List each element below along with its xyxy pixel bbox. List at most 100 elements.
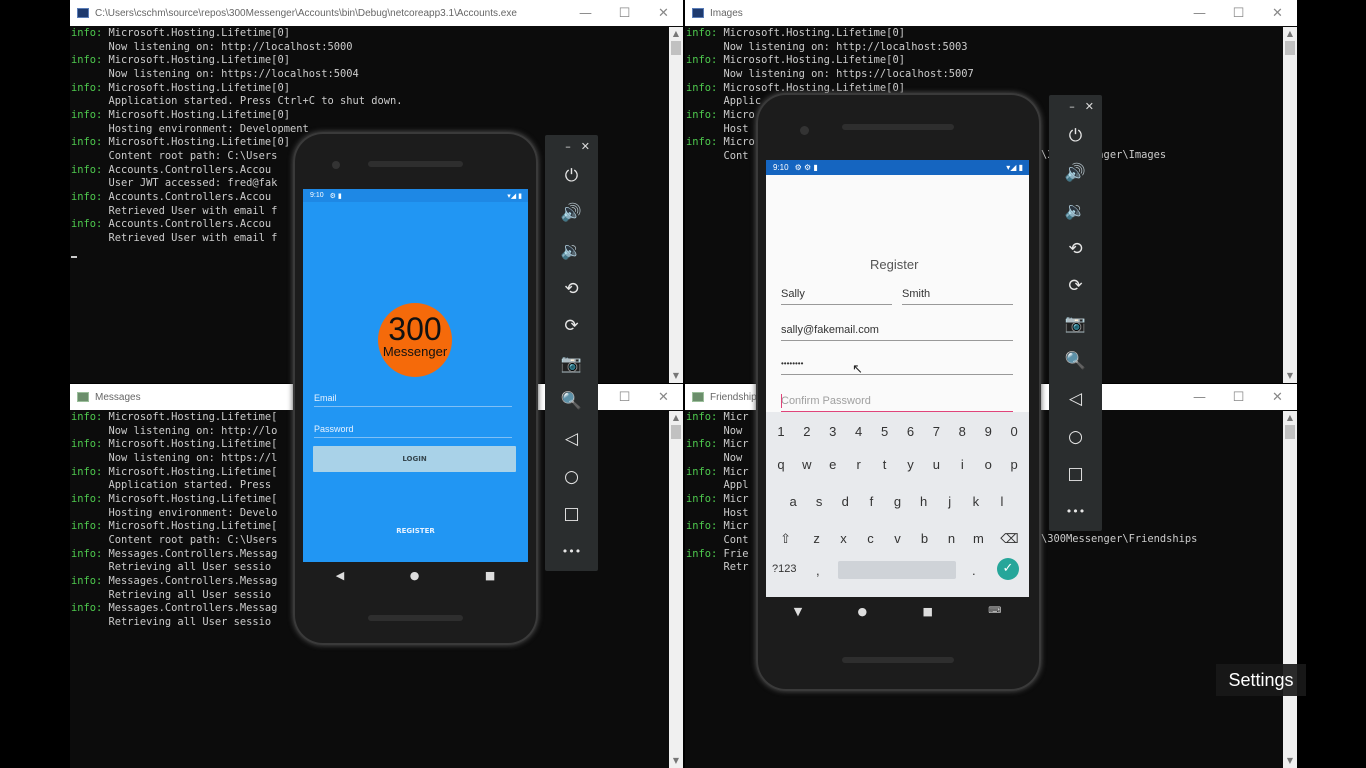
nav-home-icon[interactable]: ● (858, 605, 868, 618)
zoom-icon[interactable]: 🔍 (1049, 343, 1102, 381)
volume-up-icon[interactable]: 🔊 (545, 195, 598, 233)
emulator-close-button[interactable]: ✕ (581, 140, 590, 153)
rotate-right-icon[interactable]: ⟳ (545, 307, 598, 345)
emulator-minimize-button[interactable]: – (565, 140, 571, 153)
keyboard-switch-icon[interactable]: ⌨ (988, 606, 1001, 616)
maximize-button[interactable]: ☐ (605, 0, 644, 26)
more-icon[interactable]: ••• (545, 533, 598, 571)
key-z[interactable]: z (803, 531, 830, 547)
rotate-left-icon[interactable]: ⟲ (545, 270, 598, 308)
scroll-up-icon[interactable]: ▲ (669, 411, 683, 425)
key-a[interactable]: a (780, 494, 806, 509)
key-w[interactable]: w (794, 457, 820, 472)
password-field[interactable]: Password (314, 424, 512, 438)
emulator-close-button[interactable]: ✕ (1085, 100, 1094, 113)
key-9[interactable]: 9 (975, 424, 1001, 439)
key-7[interactable]: 7 (923, 424, 949, 439)
scroll-thumb[interactable] (1285, 425, 1295, 439)
nav-overview-icon[interactable]: ■ (485, 569, 495, 582)
minimize-button[interactable]: — (566, 0, 605, 26)
rotate-right-icon[interactable]: ⟳ (1049, 267, 1102, 305)
key-v[interactable]: v (884, 531, 911, 547)
close-button[interactable]: ✕ (1258, 384, 1297, 410)
nav-back-icon[interactable]: ◀ (336, 569, 344, 582)
scroll-down-icon[interactable]: ▼ (1283, 754, 1297, 768)
key-1[interactable]: 1 (768, 424, 794, 439)
maximize-button[interactable]: ☐ (1219, 384, 1258, 410)
login-button[interactable]: LOGIN (313, 446, 516, 472)
close-button[interactable]: ✕ (644, 384, 683, 410)
close-button[interactable]: ✕ (644, 0, 683, 26)
period-key[interactable]: . (972, 563, 976, 578)
key-x[interactable]: x (830, 531, 857, 547)
key-b[interactable]: b (911, 531, 938, 547)
back-icon[interactable]: ◁ (1049, 380, 1102, 418)
shift-key[interactable]: ⇧ (768, 531, 803, 547)
last-name-field[interactable]: Smith (902, 288, 1013, 305)
rotate-left-icon[interactable]: ⟲ (1049, 230, 1102, 268)
volume-down-icon[interactable]: 🔉 (545, 232, 598, 270)
minimize-button[interactable]: — (1180, 0, 1219, 26)
overview-icon[interactable]: □ (1049, 455, 1102, 493)
vertical-scrollbar[interactable]: ▲ ▼ (669, 411, 683, 768)
scroll-thumb[interactable] (1285, 41, 1295, 55)
key-4[interactable]: 4 (846, 424, 872, 439)
scroll-thumb[interactable] (671, 425, 681, 439)
key-3[interactable]: 3 (820, 424, 846, 439)
key-m[interactable]: m (965, 531, 992, 547)
register-button[interactable]: REGISTER (363, 527, 468, 535)
comma-key[interactable]: , (816, 563, 820, 578)
key-n[interactable]: n (938, 531, 965, 547)
maximize-button[interactable]: ☐ (1219, 0, 1258, 26)
key-o[interactable]: o (975, 457, 1001, 472)
email-field[interactable]: Email (314, 393, 512, 407)
key-y[interactable]: y (898, 457, 924, 472)
key-k[interactable]: k (963, 494, 989, 509)
scroll-up-icon[interactable]: ▲ (1283, 27, 1297, 41)
vertical-scrollbar[interactable]: ▲ ▼ (669, 27, 683, 383)
password-field[interactable]: •••••••• (781, 359, 1013, 375)
minimize-button[interactable]: — (1180, 384, 1219, 410)
maximize-button[interactable]: ☐ (605, 384, 644, 410)
key-p[interactable]: p (1001, 457, 1027, 472)
key-l[interactable]: l (989, 494, 1015, 509)
nav-back-icon[interactable]: ▼ (794, 605, 802, 618)
key-s[interactable]: s (806, 494, 832, 509)
backspace-key[interactable]: ⌫ (992, 531, 1027, 547)
first-name-field[interactable]: Sally (781, 288, 892, 305)
key-j[interactable]: j (937, 494, 963, 509)
vertical-scrollbar[interactable]: ▲ ▼ (1283, 27, 1297, 383)
settings-tooltip[interactable]: Settings (1216, 664, 1306, 696)
key-6[interactable]: 6 (898, 424, 924, 439)
key-r[interactable]: r (846, 457, 872, 472)
scroll-down-icon[interactable]: ▼ (1283, 369, 1297, 383)
soft-keyboard[interactable]: 1234567890 qwertyuiop asdfghjkl ⇧ zxcvbn… (766, 412, 1029, 597)
scroll-down-icon[interactable]: ▼ (669, 369, 683, 383)
key-d[interactable]: d (832, 494, 858, 509)
scroll-thumb[interactable] (671, 41, 681, 55)
back-icon[interactable]: ◁ (545, 420, 598, 458)
more-icon[interactable]: ••• (1049, 493, 1102, 531)
home-icon[interactable]: ○ (545, 458, 598, 496)
window-titlebar[interactable]: C:\Users\cschm\source\repos\300Messenger… (70, 0, 683, 26)
key-8[interactable]: 8 (949, 424, 975, 439)
emulator-minimize-button[interactable]: – (1069, 100, 1075, 113)
scroll-down-icon[interactable]: ▼ (669, 754, 683, 768)
power-icon[interactable]: ⏻ (1049, 117, 1102, 155)
key-f[interactable]: f (858, 494, 884, 509)
symbols-key[interactable]: ?123 (772, 563, 796, 575)
window-titlebar[interactable]: Images — ☐ ✕ (685, 0, 1297, 26)
email-field[interactable]: sally@fakemail.com (781, 324, 1013, 341)
key-i[interactable]: i (949, 457, 975, 472)
key-0[interactable]: 0 (1001, 424, 1027, 439)
key-t[interactable]: t (872, 457, 898, 472)
key-2[interactable]: 2 (794, 424, 820, 439)
power-icon[interactable]: ⏻ (545, 157, 598, 195)
volume-up-icon[interactable]: 🔊 (1049, 155, 1102, 193)
vertical-scrollbar[interactable]: ▲ ▼ (1283, 411, 1297, 768)
volume-down-icon[interactable]: 🔉 (1049, 192, 1102, 230)
camera-icon[interactable]: 📷 (1049, 305, 1102, 343)
scroll-up-icon[interactable]: ▲ (1283, 411, 1297, 425)
key-q[interactable]: q (768, 457, 794, 472)
camera-icon[interactable]: 📷 (545, 345, 598, 383)
